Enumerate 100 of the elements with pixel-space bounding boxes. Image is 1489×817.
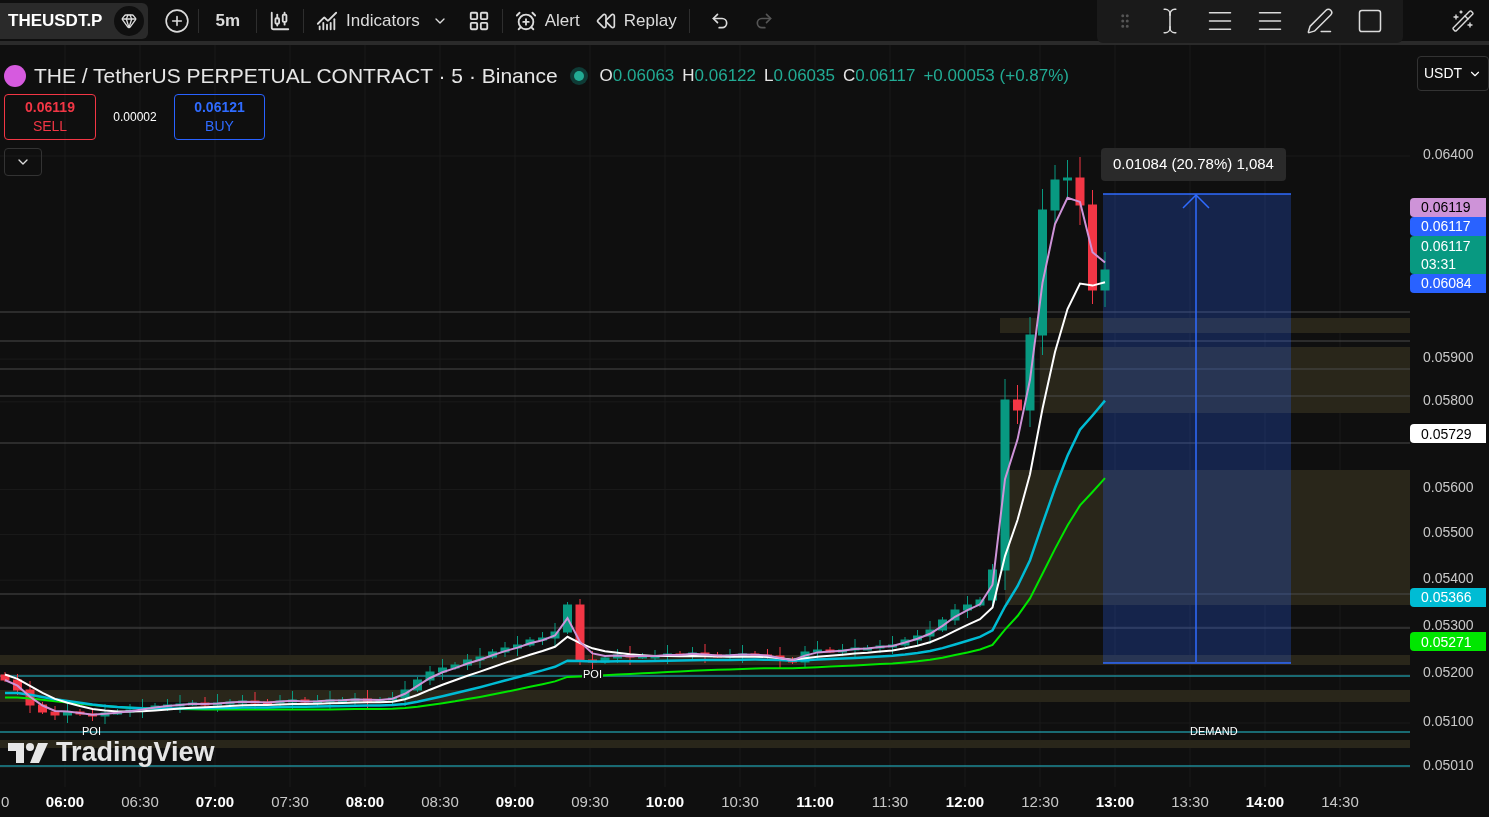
candlestick-icon [269, 9, 292, 32]
sell-button[interactable]: 0.06119 SELL [4, 94, 96, 140]
buy-button[interactable]: 0.06121 BUY [174, 94, 265, 140]
time-tick: 14:30 [1321, 791, 1359, 812]
ohlc-value: L0.06035 [764, 65, 835, 87]
replay-button[interactable]: Replay [587, 3, 685, 38]
price-tick: 0.06400 [1423, 146, 1474, 162]
candlestick [400, 680, 410, 707]
price-label: 0.05729 [1410, 424, 1486, 444]
collapse-button[interactable] [4, 148, 42, 176]
time-tick: 10:00 [645, 791, 685, 812]
time-tick: 10:30 [721, 791, 759, 812]
candlestick [575, 598, 585, 666]
candlestick [988, 563, 997, 606]
measure-tooltip: 0.01084 (20.78%) 1,084 [1101, 148, 1286, 181]
candlestick [413, 676, 422, 693]
candlestick [438, 658, 447, 681]
ohlc-value: C0.06117 [842, 65, 916, 87]
candlestick [75, 708, 85, 717]
price-label: 0.06084 [1410, 273, 1486, 293]
candlestick [288, 690, 297, 710]
time-tick: 11:00 [796, 791, 834, 812]
undo-icon [709, 10, 730, 31]
wand-icon[interactable] [1451, 8, 1475, 33]
candlestick [825, 646, 835, 654]
candlestick [175, 694, 185, 714]
candlestick [125, 703, 135, 718]
candlestick [700, 643, 710, 664]
price-label: 0.06117 [1410, 216, 1486, 236]
candlestick [1100, 251, 1110, 308]
candlestick [975, 596, 985, 608]
rewind-icon [595, 10, 616, 31]
symbol-search[interactable]: THEUSDT.P [0, 2, 149, 39]
ohlc-value: H0.06122 [682, 65, 757, 87]
candlestick [863, 644, 872, 651]
candlestick [900, 636, 910, 648]
candlestick [263, 698, 272, 706]
candlestick [350, 692, 360, 706]
price-tick: 0.05500 [1423, 524, 1474, 541]
candlestick [638, 652, 647, 660]
candlestick [925, 620, 935, 645]
time-tick: 12:00 [945, 791, 985, 812]
candlestick [513, 635, 522, 657]
grid-icon [467, 9, 490, 32]
interval-button[interactable]: 5m [203, 3, 253, 38]
candlestick [950, 603, 960, 626]
candlestick [463, 653, 472, 671]
price-tick: 0.05400 [1423, 570, 1474, 587]
candlestick [600, 654, 610, 665]
alert-button[interactable]: Alert [506, 3, 588, 38]
candlestick [963, 595, 972, 619]
price-label: 0.06119 [1410, 197, 1486, 217]
price-label: 0.05366 [1410, 587, 1486, 607]
candlestick [363, 689, 372, 709]
poi-label: POI [582, 669, 603, 680]
candlestick [563, 601, 572, 635]
candlestick [663, 644, 672, 665]
time-tick: 14:00 [1245, 791, 1285, 812]
candlestick [525, 636, 535, 648]
candlestick [38, 701, 47, 715]
candlestick [550, 622, 560, 647]
currency-dropdown[interactable]: USDT [1417, 56, 1489, 91]
candlestick [213, 693, 222, 713]
pen-icon[interactable] [1306, 6, 1334, 35]
time-tick: 06:30 [121, 791, 159, 812]
candlestick [875, 639, 885, 654]
spread-value: 0.00002 [112, 109, 158, 126]
candlestick [100, 703, 110, 725]
price-tick: 0.05800 [1423, 391, 1474, 408]
candlestick [538, 631, 547, 646]
candlestick [163, 698, 172, 712]
candlestick [338, 696, 347, 703]
symbol-name: THEUSDT.P [8, 9, 103, 32]
candlestick [0, 671, 10, 683]
candlestick [188, 699, 197, 707]
symbol-title[interactable]: THE / TetherUS PERPETUAL CONTRACT · 5 · Binance [34, 60, 558, 92]
time-tick: 06:00 [45, 791, 85, 812]
price-label: 0.06117 03:31 [1410, 235, 1486, 274]
price-tick: 0.05010 [1423, 757, 1474, 774]
candlestick [688, 646, 697, 661]
candlestick [913, 629, 922, 646]
price-tick: 0.05600 [1423, 479, 1474, 496]
candlestick [500, 641, 510, 658]
candlestick [388, 691, 397, 706]
time-tick: 08:00 [345, 791, 385, 812]
coin-logo-icon [4, 64, 26, 87]
candlestick [475, 647, 485, 669]
price-change: +0.00053 (+0.87%) [923, 65, 1069, 87]
candlestick [113, 708, 122, 716]
indicators-button[interactable]: Indicators [308, 3, 428, 38]
ohlc-value: O0.06063 [599, 65, 675, 87]
time-tick: 12:30 [1021, 791, 1059, 812]
candlestick [1013, 384, 1022, 425]
time-tick: 07:30 [271, 791, 309, 812]
candlestick [275, 694, 285, 709]
candlestick [650, 649, 660, 662]
candlestick [1063, 159, 1072, 198]
alarm-clock-icon [514, 9, 537, 32]
time-tick: 13:30 [1171, 791, 1209, 812]
candlestick [888, 635, 897, 655]
